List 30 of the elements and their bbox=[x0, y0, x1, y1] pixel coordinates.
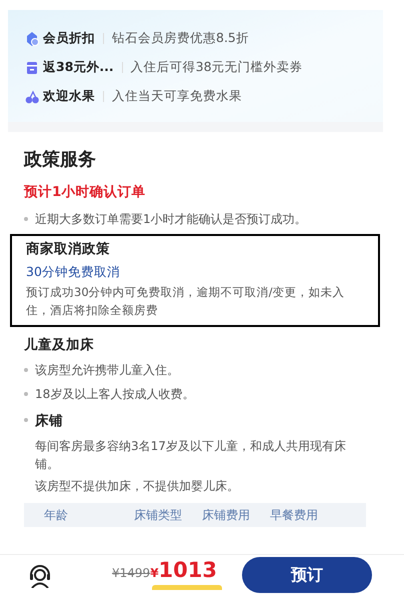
bed-info-text: 每间客房最多容纳3名17岁及以下儿童，和成人共用现有床铺。 bbox=[35, 438, 347, 474]
bullet-text: 近期大多数订单需要1小时才能确认是否预订成功。 bbox=[35, 211, 307, 228]
benefit-description: 入住当天可享免费水果 bbox=[112, 87, 242, 106]
confirm-notice: 预计1小时确认订单 bbox=[24, 183, 146, 202]
book-button[interactable]: 预订 bbox=[242, 556, 372, 592]
discount-icon bbox=[24, 30, 40, 46]
column-header: 早餐费用 bbox=[270, 507, 319, 524]
bullet-text: 床铺 bbox=[35, 412, 63, 431]
benefit-title: 会员折扣 bbox=[43, 29, 95, 48]
benefit-description: 钻石会员房费优惠8.5折 bbox=[112, 29, 249, 48]
currency-symbol: ¥ bbox=[150, 564, 159, 582]
free-cancel-label: 30分钟免费取消 bbox=[26, 262, 121, 280]
column-header: 年龄 bbox=[43, 507, 69, 524]
column-header: 床铺费用 bbox=[202, 507, 251, 524]
benefit-title: 返38元外... bbox=[43, 58, 114, 76]
benefit-description: 入住后可得38元无门槛外卖券 bbox=[130, 58, 303, 76]
policy-text: 预订成功30分钟内可免费取消，逾期不可取消/变更，如未入住，酒店将扣除全额房费 bbox=[26, 284, 346, 318]
policy-title: 商家取消政策 bbox=[26, 240, 111, 260]
bed-info-text: 该房型不提供加床，不提供加婴儿床。 bbox=[35, 478, 240, 496]
cherries-icon bbox=[24, 88, 40, 104]
current-price: 1013 bbox=[158, 560, 217, 580]
section-title: 政策服务 bbox=[24, 148, 97, 172]
coupon-icon bbox=[24, 60, 40, 76]
column-header: 床铺类型 bbox=[134, 507, 183, 524]
policy-title: 儿童及加床 bbox=[24, 336, 95, 355]
promo-tag bbox=[152, 584, 222, 590]
original-price: ¥1499 bbox=[112, 564, 150, 582]
bullet-text: 该房型允许携带儿童入住。 bbox=[35, 362, 179, 379]
benefit-title: 欢迎水果 bbox=[43, 87, 95, 106]
bullet-text: 18岁及以上客人按成人收费。 bbox=[35, 386, 194, 403]
